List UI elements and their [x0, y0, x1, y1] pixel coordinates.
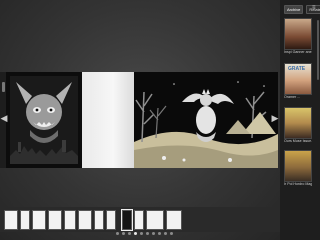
page-dot[interactable]: [116, 232, 119, 235]
magazine-cover: [284, 150, 312, 182]
sidebar-item[interactable]: Ours Muse Issue...: [284, 107, 312, 144]
page-dot[interactable]: [152, 232, 155, 235]
magazine-cover: [284, 18, 312, 50]
chevron-left-icon[interactable]: ◀: [0, 112, 8, 124]
page-thumbnail[interactable]: [106, 210, 116, 230]
page-dot[interactable]: [134, 232, 137, 235]
cover-title: GRATE: [288, 66, 306, 72]
page-thumbnail[interactable]: [146, 210, 164, 230]
menu-icon[interactable]: ≡: [312, 5, 317, 11]
sidebar-scrollbar[interactable]: [317, 20, 319, 80]
page-thumbnail[interactable]: [48, 210, 62, 230]
page-handle-left[interactable]: [2, 82, 5, 92]
magazine-spread[interactable]: [6, 72, 278, 168]
page-dot[interactable]: [170, 232, 173, 235]
sidebar-item-caption: Ours Muse Issue...: [284, 139, 312, 143]
page-thumbnail[interactable]: [20, 210, 30, 230]
blank-page: [82, 72, 134, 168]
sidebar-item-caption: Ir Pol Hordro Magaz...: [284, 182, 312, 186]
magazine-cover: [284, 107, 312, 139]
page-dot[interactable]: [122, 232, 125, 235]
magazine-cover: GRATE: [284, 63, 312, 95]
page-thumbnail[interactable]: [166, 210, 182, 230]
page-dot[interactable]: [128, 232, 131, 235]
page-thumbnail[interactable]: [94, 210, 104, 230]
page-thumbnail[interactable]: [4, 210, 18, 230]
page-thumbnail[interactable]: [134, 210, 144, 230]
page-thumbnail[interactable]: [78, 210, 92, 230]
page-dot[interactable]: [146, 232, 149, 235]
page-dot[interactable]: [158, 232, 161, 235]
page-indicator: [116, 232, 173, 237]
right-page-illustration: [134, 72, 278, 168]
tab-archive[interactable]: Archive: [284, 5, 304, 14]
page-thumbnail[interactable]: [121, 209, 133, 231]
left-page-illustration: [6, 72, 82, 168]
sidebar-item[interactable]: Ir Pol Hordro Magaz...: [284, 150, 312, 187]
page-thumbnail[interactable]: [32, 210, 46, 230]
sidebar-item-caption: Inspi Ganner ane Mag...: [284, 50, 312, 54]
sidebar-item[interactable]: Inspi Ganner ane Mag...: [284, 18, 312, 55]
page-dot[interactable]: [140, 232, 143, 235]
page-thumbnail[interactable]: [64, 210, 76, 230]
sidebar-item-caption: Oramer ...: [284, 95, 301, 99]
chevron-right-icon[interactable]: ▶: [271, 112, 279, 124]
page-dot[interactable]: [164, 232, 167, 235]
sidebar-item[interactable]: GRATE Oramer ...: [284, 63, 312, 100]
